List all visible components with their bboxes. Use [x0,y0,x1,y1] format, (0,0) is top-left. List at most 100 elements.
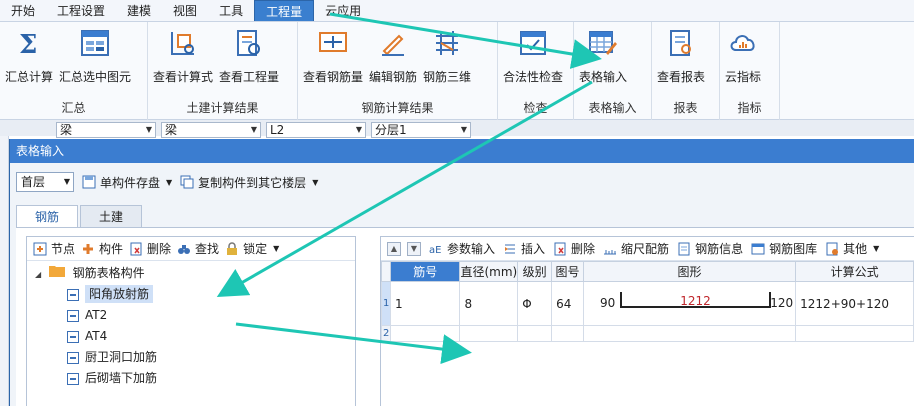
group-title-table-input: 表格输入 [588,101,637,115]
row-number[interactable]: 1 [381,281,391,326]
menu-quantities[interactable]: 工程量 [254,0,315,21]
rebar-table: 筋号 直径(mm) 级别 图号 图形 计算公式 1 1 8 Φ 64 90 12… [381,261,914,342]
save-component-button[interactable]: 单构件存盘 ▼ [82,174,172,191]
formula-icon [168,28,198,58]
component-icon [67,330,79,343]
cell-jinhao[interactable]: 1 [389,281,461,326]
component-icon [67,372,79,385]
param-input-icon: aE [429,242,443,256]
cell-shape[interactable] [582,325,797,342]
rebar-library-button[interactable]: 钢筋图库 [751,240,817,257]
table-header-row: 筋号 直径(mm) 级别 图号 图形 计算公式 [381,261,914,282]
ribbon-group-rebar: 查看钢筋量 编辑钢筋 钢筋三维 钢筋计算结果 [298,22,498,120]
library-icon [751,242,765,256]
copy-to-floors-button[interactable]: 复制构件到其它楼层 ▼ [180,174,318,191]
element-name-combo[interactable]: L2 ▼ [266,122,366,138]
lock-button[interactable]: 锁定 ▼ [225,240,279,257]
element-type-combo[interactable]: 梁 ▼ [56,122,156,138]
ribbon-group-civil: 查看计算式 查看工程量 土建计算结果 [148,22,298,120]
insert-icon [503,242,517,256]
move-up-icon[interactable]: ▲ [387,241,401,256]
add-node-icon [33,242,47,256]
menu-start[interactable]: 开始 [0,0,46,21]
tree-item-at2[interactable]: AT2 [27,305,355,326]
chevron-down-icon: ▼ [273,244,280,253]
tree-item-at4[interactable]: AT4 [27,326,355,347]
cell-grade[interactable]: Φ [517,281,553,326]
tree-item-yangjiao[interactable]: 阳角放射筋 [27,284,355,305]
col-header-shape[interactable]: 图形 [582,261,797,282]
component-icon [67,309,79,322]
cell-diameter[interactable]: 8 [459,281,519,326]
group-title-report: 报表 [673,101,698,115]
tab-civil[interactable]: 土建 [80,205,142,227]
cell-tuhao[interactable] [551,325,584,342]
row-number[interactable]: 2 [381,325,391,342]
cell-tuhao[interactable]: 64 [551,281,584,326]
grid-delete-button[interactable]: 删除 [553,240,595,257]
property-strip: 梁 ▼ 梁 ▼ L2 ▼ 分层1 ▼ [0,120,914,138]
menu-tools[interactable]: 工具 [208,0,254,21]
col-header-tuhao[interactable]: 图号 [551,261,584,282]
tree-item-chuwei[interactable]: 厨卫洞口加筋 [27,347,355,368]
menu-project-settings[interactable]: 工程设置 [46,0,116,21]
component-icon [67,351,79,364]
col-header-grade[interactable]: 级别 [517,261,553,282]
copy-icon [180,175,194,189]
check-icon [518,28,548,58]
table-input-dialog: 表格输入 首层 ▼ 单构件存盘 ▼ 复制构件到其它楼层 ▼ 钢筋 土建 节点 构件 删… [9,139,914,406]
scale-rebar-button[interactable]: 缩尺配筋 [603,240,669,257]
tree-delete-button[interactable]: 删除 [129,240,171,257]
shape-mid-value: 1212 [680,294,711,308]
cell-jinhao[interactable] [389,325,461,342]
dialog-toolbar: 首层 ▼ 单构件存盘 ▼ 复制构件到其它楼层 ▼ [10,169,914,195]
shape-right-value: 120 [770,296,794,310]
summary-selected-icon [80,28,110,58]
add-node-button[interactable]: 节点 [33,240,75,257]
ribbon: Σ 汇总计算 汇总选中图元 汇总 查看计算式 查看工程量 土建计算结果 查看钢筋… [0,22,914,120]
document-icon [677,242,691,256]
cell-grade[interactable] [517,325,553,342]
chevron-down-icon: ▼ [166,177,173,187]
cloud-icon [728,28,758,58]
cell-formula[interactable] [795,325,914,342]
tab-rebar[interactable]: 钢筋 [16,205,78,227]
scale-icon [603,242,617,256]
add-component-icon [81,242,95,256]
ribbon-group-index: 云指标 指标 [720,22,780,120]
cell-shape[interactable]: 90 1212 120 [582,281,797,326]
delete-icon [129,242,143,256]
ribbon-group-report: 查看报表 报表 [652,22,720,120]
chevron-down-icon: ▼ [145,125,152,134]
add-component-button[interactable]: 构件 [81,240,123,257]
col-header-diameter[interactable]: 直径(mm) [459,261,519,282]
cell-formula[interactable]: 1212+90+120 [795,281,914,326]
group-title-summary: 汇总 [61,101,86,115]
insert-button[interactable]: 插入 [503,240,545,257]
layer-combo[interactable]: 分层1 ▼ [371,122,471,138]
col-header-formula[interactable]: 计算公式 [795,261,914,282]
dialog-title: 表格输入 [10,139,914,163]
find-button[interactable]: 查找 [177,240,219,257]
collapse-caret-icon[interactable]: ◢ [35,264,45,285]
cell-diameter[interactable] [459,325,519,342]
dialog-content: 节点 构件 删除 查找 锁定 ▼ ◢ 钢筋表格构件 阳角放射筋 AT2 AT4 厨… [16,227,914,406]
binoculars-icon [177,242,191,256]
svg-text:Σ: Σ [19,30,37,57]
rebar-info-button[interactable]: 钢筋信息 [677,240,743,257]
col-header-jinhao[interactable]: 筋号 [389,261,461,282]
other-button[interactable]: 其他 ▼ [825,240,879,257]
menu-view[interactable]: 视图 [162,0,208,21]
group-title-civil: 土建计算结果 [186,101,259,115]
param-input-button[interactable]: aE 参数输入 [429,240,495,257]
ribbon-group-summary: Σ 汇总计算 汇总选中图元 汇总 [0,22,148,120]
move-down-icon[interactable]: ▼ [407,241,421,256]
floor-select[interactable]: 首层 ▼ [16,172,74,192]
svg-text:aE: aE [429,245,441,256]
report-icon [666,28,696,58]
tree-item-houqi[interactable]: 后砌墙下加筋 [27,368,355,389]
tree-root[interactable]: ◢ 钢筋表格构件 [27,263,355,284]
menu-modeling[interactable]: 建模 [116,0,162,21]
menu-cloud[interactable]: 云应用 [314,0,372,21]
element-subtype-combo[interactable]: 梁 ▼ [161,122,261,138]
